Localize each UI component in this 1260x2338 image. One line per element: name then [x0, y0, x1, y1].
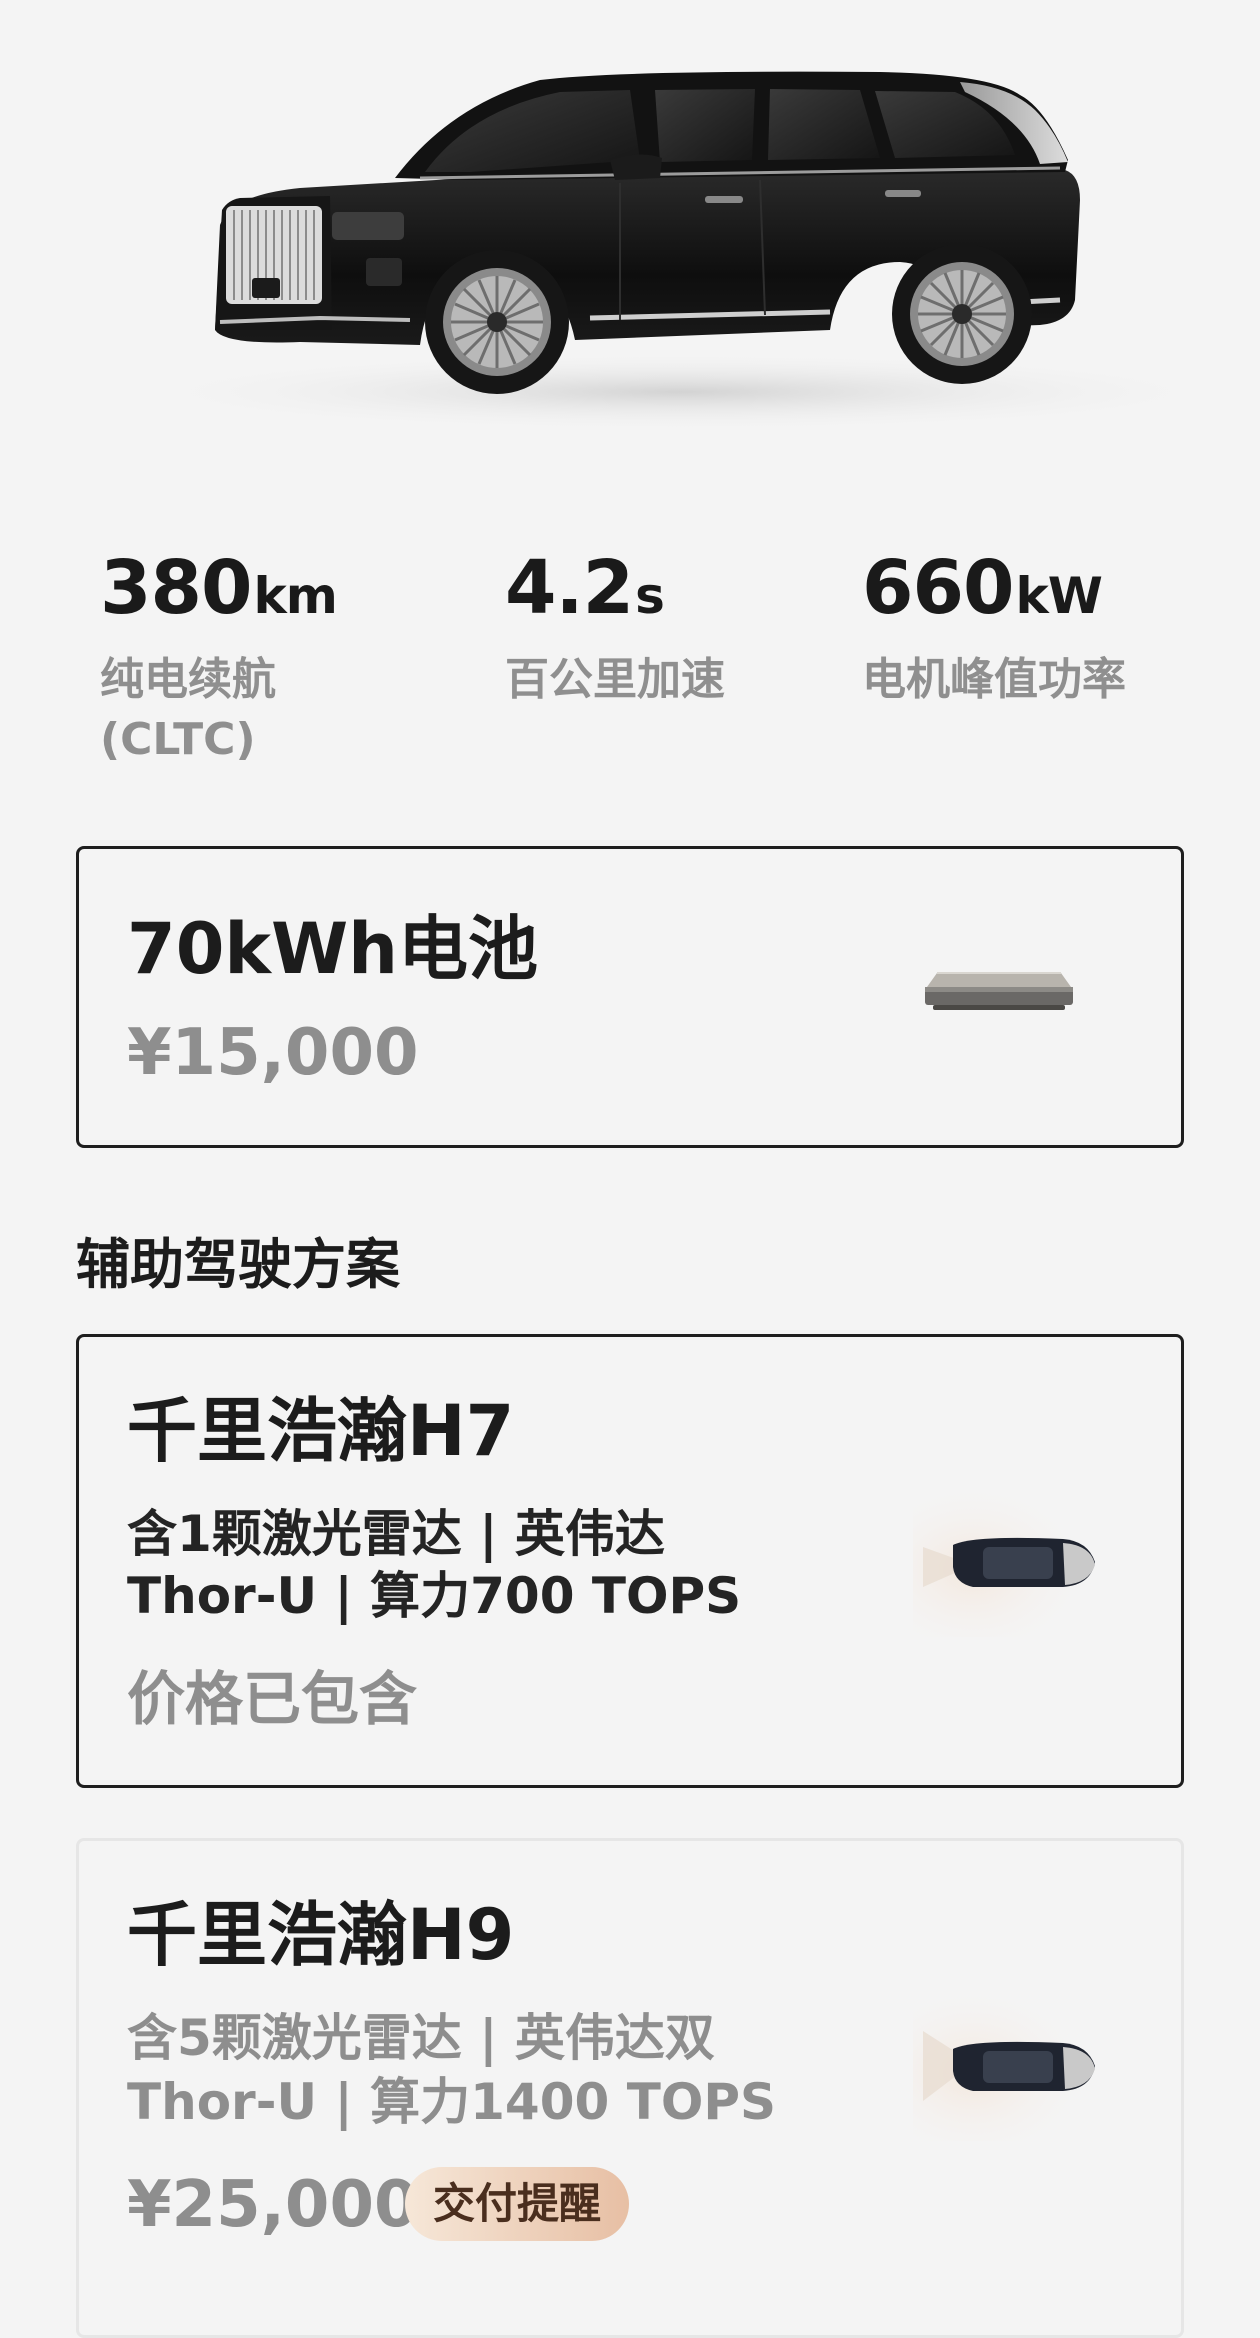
- adas-option-title: 千里浩瀚H7: [127, 1390, 515, 1472]
- spec-label: 纯电续航 (CLTC): [100, 650, 337, 770]
- adas-option-desc-line2: Thor-U | 算力1400 TOPS: [127, 2073, 776, 2131]
- adas-section-title: 辅助驾驶方案: [76, 1233, 400, 1296]
- adas-option-desc-line2: Thor-U | 算力700 TOPS: [127, 1567, 742, 1625]
- adas-option-price: ¥25,000: [127, 2168, 419, 2242]
- spec-label: 电机峰值功率: [862, 650, 1126, 710]
- battery-title: 70kWh电池: [127, 908, 539, 990]
- spec-label-line: 百公里加速: [505, 654, 725, 705]
- adas-option-title: 千里浩瀚H9: [127, 1894, 515, 1976]
- spec-stats: 380km 纯电续航 (CLTC) 4.2s 百公里加速 660kW 电机峰值功…: [100, 548, 1200, 788]
- adas-option-h9[interactable]: 千里浩瀚H9 含5颗激光雷达 | 英伟达双 Thor-U | 算力1400 TO…: [76, 1838, 1184, 2338]
- adas-sensor-car-image: [913, 1487, 1113, 1641]
- spec-label-line: (CLTC): [100, 714, 256, 765]
- spec-label: 百公里加速: [505, 650, 725, 710]
- spec-acceleration: 4.2s 百公里加速: [505, 548, 725, 710]
- spec-unit: km: [253, 567, 337, 625]
- adas-sensor-car-image: [913, 1991, 1113, 2145]
- car-hero-image: [0, 0, 1260, 470]
- adas-option-price: 价格已包含: [127, 1665, 418, 1733]
- spec-value: 4.2s: [505, 548, 725, 636]
- adas-option-desc-line1: 含5颗激光雷达 | 英伟达双: [127, 2009, 715, 2067]
- delivery-reminder-badge[interactable]: 交付提醒: [405, 2167, 630, 2241]
- spec-number: 660: [862, 545, 1014, 631]
- spec-unit: s: [635, 567, 665, 625]
- spec-unit: kW: [1015, 567, 1102, 625]
- adas-option-h7[interactable]: 千里浩瀚H7 含1颗激光雷达 | 英伟达 Thor-U | 算力700 TOPS…: [76, 1334, 1184, 1788]
- adas-option-desc-line1: 含1颗激光雷达 | 英伟达: [127, 1505, 665, 1563]
- battery-option-card[interactable]: 70kWh电池 ¥15,000: [76, 846, 1184, 1148]
- spec-label-line: 纯电续航: [100, 654, 276, 705]
- spec-number: 380: [100, 545, 252, 631]
- spec-value: 380km: [100, 545, 338, 636]
- spec-value: 660kW: [862, 548, 1126, 636]
- spec-range: 380km 纯电续航 (CLTC): [100, 545, 338, 770]
- spec-power: 660kW 电机峰值功率: [862, 548, 1126, 710]
- battery-pack-image: [919, 961, 1079, 1025]
- spec-label-line: 电机峰值功率: [862, 654, 1126, 705]
- spec-number: 4.2: [505, 545, 634, 631]
- battery-price: ¥15,000: [127, 1016, 419, 1090]
